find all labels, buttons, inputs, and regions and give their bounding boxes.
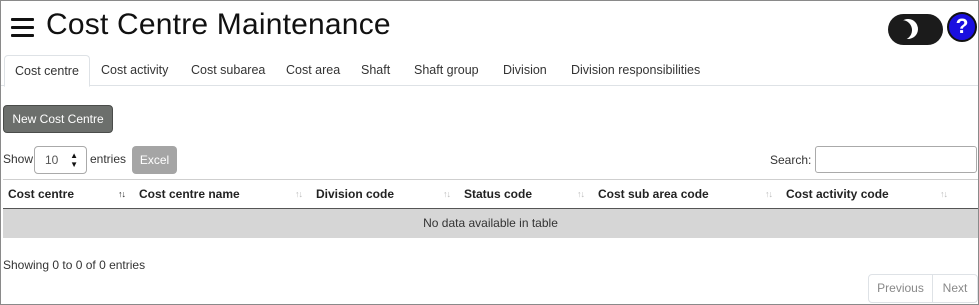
tab-division-responsibilities[interactable]: Division responsibilities <box>561 55 710 86</box>
tab-cost-area[interactable]: Cost area <box>276 55 350 86</box>
search-input[interactable] <box>815 146 977 173</box>
column-label: Cost sub area code <box>598 187 709 201</box>
next-page-button[interactable]: Next <box>933 275 977 302</box>
table-info: Showing 0 to 0 of 0 entries <box>3 258 146 272</box>
moon-icon <box>895 16 921 42</box>
sort-asc-icon: ↑↓ <box>118 189 126 199</box>
tab-cost-subarea[interactable]: Cost subarea <box>181 55 275 86</box>
select-arrows-icon: ▲ ▼ <box>70 151 78 169</box>
entries-select[interactable]: 10 ▲ ▼ <box>34 146 87 174</box>
help-button[interactable]: ? <box>947 12 977 42</box>
show-label: Show <box>3 152 34 166</box>
sort-icon: ↑↓ <box>295 189 303 199</box>
column-label: Division code <box>316 187 395 201</box>
sort-icon: ↑↓ <box>577 189 585 199</box>
tab-division[interactable]: Division <box>493 55 557 86</box>
column-header-cost-activity-code[interactable]: Cost activity code ↑↓ <box>781 180 956 209</box>
column-label: Cost centre <box>8 187 75 201</box>
tab-cost-centre[interactable]: Cost centre <box>4 55 90 87</box>
tab-shaft-group[interactable]: Shaft group <box>404 55 489 86</box>
sort-icon: ↑↓ <box>940 189 948 199</box>
new-cost-centre-button[interactable]: New Cost Centre <box>3 105 113 133</box>
column-label: Cost centre name <box>139 187 240 201</box>
tab-cost-activity[interactable]: Cost activity <box>91 55 178 86</box>
excel-export-button[interactable]: Excel <box>132 146 177 174</box>
page-title: Cost Centre Maintenance <box>46 8 391 41</box>
entries-value: 10 <box>45 153 59 167</box>
sort-icon: ↑↓ <box>443 189 451 199</box>
search-label: Search: <box>770 153 812 167</box>
table-header: Cost centre ↑↓ Cost centre name ↑↓ Divis… <box>3 179 978 209</box>
column-header-division-code[interactable]: Division code ↑↓ <box>311 180 459 209</box>
pagination: Previous Next <box>868 274 978 303</box>
app-window: Cost Centre Maintenance ? Cost centre Co… <box>0 0 979 305</box>
column-header-status-code[interactable]: Status code ↑↓ <box>459 180 593 209</box>
column-header-cost-centre[interactable]: Cost centre ↑↓ <box>3 180 134 209</box>
entries-label: entries <box>90 152 127 166</box>
column-label: Status code <box>464 187 533 201</box>
empty-table-row: No data available in table <box>3 209 978 238</box>
tab-shaft[interactable]: Shaft <box>351 55 400 86</box>
column-header-cost-centre-name[interactable]: Cost centre name ↑↓ <box>134 180 311 209</box>
page-header: Cost Centre Maintenance ? <box>1 1 978 55</box>
sort-icon: ↑↓ <box>765 189 773 199</box>
hamburger-menu-icon[interactable] <box>11 18 34 37</box>
column-header-cost-sub-area-code[interactable]: Cost sub area code ↑↓ <box>593 180 781 209</box>
previous-page-button[interactable]: Previous <box>869 275 933 302</box>
column-label: Cost activity code <box>786 187 889 201</box>
theme-toggle[interactable] <box>888 14 943 45</box>
tab-bar: Cost centre Cost activity Cost subarea C… <box>1 55 978 87</box>
